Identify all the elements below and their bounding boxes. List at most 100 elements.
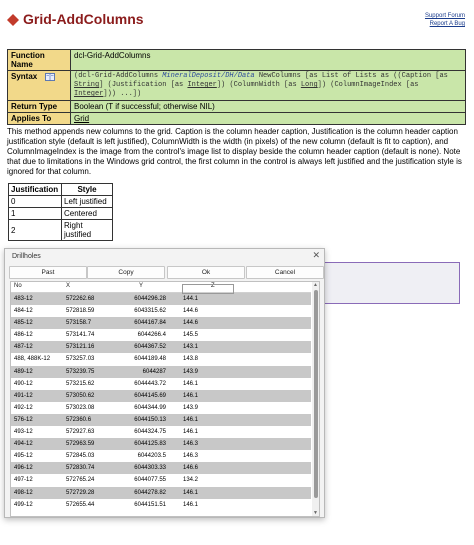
table-row[interactable]: 489-12 573239.75 6044287 143.9 xyxy=(11,365,311,378)
book-icon[interactable] xyxy=(45,72,56,81)
cell-x[interactable]: 573050.62 xyxy=(66,390,94,402)
past-button[interactable]: Past xyxy=(9,266,87,279)
table-row[interactable]: 484-12 572818.59 6043315.62 144.6 xyxy=(11,305,311,318)
cell-no[interactable]: 487-12 xyxy=(14,341,33,353)
cell-x[interactable]: 572729.28 xyxy=(66,487,94,499)
table-row[interactable]: 497-12 572765.24 6044077.55 134.2 xyxy=(11,474,311,487)
table-row[interactable]: 492-12 573023.08 6044344.99 143.9 xyxy=(11,401,311,414)
cell-no[interactable]: 486-12 xyxy=(14,329,33,341)
cell-z[interactable]: 144.1 xyxy=(183,293,198,305)
cell-z[interactable]: 146.1 xyxy=(183,499,198,511)
drillholes-grid[interactable]: No X Y Z 483-12 572262.68 6044296.28 144.1 4… xyxy=(10,281,320,517)
cell-z[interactable]: 143.9 xyxy=(183,366,198,378)
scroll-up-icon[interactable]: ▲ xyxy=(313,282,318,288)
cell-y[interactable]: 6044367.52 xyxy=(116,341,166,353)
cell-x[interactable]: 573141.74 xyxy=(66,329,94,341)
table-row[interactable]: 488, 488K-12 573257.03 6044189.48 143.8 xyxy=(11,353,311,366)
cell-no[interactable]: 576-12 xyxy=(14,414,33,426)
cell-no[interactable]: 483-12 xyxy=(14,293,33,305)
cell-y[interactable]: 6044303.33 xyxy=(116,462,166,474)
cell-no[interactable]: 493-12 xyxy=(14,426,33,438)
cell-z[interactable]: 143.9 xyxy=(183,402,198,414)
cell-x[interactable]: 572830.74 xyxy=(66,462,94,474)
cell-z[interactable]: 146.3 xyxy=(183,438,198,450)
cell-z[interactable]: 143.1 xyxy=(183,341,198,353)
cell-z[interactable]: 144.6 xyxy=(183,317,198,329)
cell-x[interactable]: 573239.75 xyxy=(66,366,94,378)
cell-z[interactable]: 134.2 xyxy=(183,474,198,486)
cell-no[interactable]: 492-12 xyxy=(14,402,33,414)
report-bug-link[interactable]: Report A Bug xyxy=(425,20,465,28)
cell-x[interactable]: 572360.6 xyxy=(66,414,91,426)
cell-no[interactable]: 498-12 xyxy=(14,487,33,499)
cell-z[interactable]: 146.1 xyxy=(183,378,198,390)
column-header-x[interactable]: X xyxy=(66,283,70,289)
cell-z[interactable]: 143.8 xyxy=(183,353,198,365)
cell-y[interactable]: 6044344.99 xyxy=(116,402,166,414)
cell-no[interactable]: 490-12 xyxy=(14,378,33,390)
cell-x[interactable]: 572655.44 xyxy=(66,499,94,511)
cell-z[interactable]: 146.6 xyxy=(183,462,198,474)
cell-x[interactable]: 572963.59 xyxy=(66,438,94,450)
cell-z[interactable]: 146.1 xyxy=(183,414,198,426)
cell-z[interactable]: 146.1 xyxy=(183,390,198,402)
column-header-no[interactable]: No xyxy=(14,283,22,289)
cell-y[interactable]: 6044151.51 xyxy=(116,499,166,511)
cell-no[interactable]: 499-12 xyxy=(14,499,33,511)
cell-z[interactable]: 146.3 xyxy=(183,450,198,462)
syntax-type-link[interactable]: Integer xyxy=(187,81,216,89)
cell-no[interactable]: 488, 488K-12 xyxy=(14,353,50,365)
cell-y[interactable]: 6044266.4 xyxy=(116,329,166,341)
cell-z[interactable]: 145.5 xyxy=(183,329,198,341)
cell-x[interactable]: 573121.16 xyxy=(66,341,94,353)
cell-x[interactable]: 572845.03 xyxy=(66,450,94,462)
cell-y[interactable]: 6044203.5 xyxy=(116,450,166,462)
cell-no[interactable]: 484-12 xyxy=(14,305,33,317)
applies-to-link[interactable]: Grid xyxy=(74,114,89,123)
table-row[interactable]: 483-12 572262.68 6044296.28 144.1 xyxy=(11,293,311,306)
cell-x[interactable]: 572818.59 xyxy=(66,305,94,317)
cell-y[interactable]: 6044167.84 xyxy=(116,317,166,329)
table-row[interactable]: 494-12 572963.59 6044125.83 146.3 xyxy=(11,438,311,451)
column-header-y[interactable]: Y xyxy=(139,283,143,289)
cell-z[interactable]: 144.6 xyxy=(183,305,198,317)
cell-z[interactable]: 146.1 xyxy=(183,426,198,438)
cell-x[interactable]: 573215.62 xyxy=(66,378,94,390)
cell-x[interactable]: 572262.68 xyxy=(66,293,94,305)
close-icon[interactable]: ✕ xyxy=(312,250,320,261)
table-row[interactable]: 499-12 572655.44 6044151.51 146.1 xyxy=(11,498,311,511)
table-row[interactable]: 487-12 573121.16 6044367.52 143.1 xyxy=(11,341,311,354)
table-row[interactable]: 485-12 573158.7 6044167.84 144.6 xyxy=(11,317,311,330)
cell-y[interactable]: 6044278.82 xyxy=(116,487,166,499)
ok-button[interactable]: Ok xyxy=(167,266,245,279)
cell-y[interactable]: 6044125.83 xyxy=(116,438,166,450)
cell-no[interactable]: 497-12 xyxy=(14,474,33,486)
cell-y[interactable]: 6044077.55 xyxy=(116,474,166,486)
vertical-scrollbar[interactable]: ▲ ▼ xyxy=(312,282,319,516)
table-row[interactable]: 576-12 572360.6 6044150.13 146.1 xyxy=(11,413,311,427)
cell-y[interactable]: 6044150.13 xyxy=(116,414,166,426)
table-row[interactable]: 486-12 573141.74 6044266.4 145.5 xyxy=(11,329,311,342)
cell-y[interactable]: 6043315.62 xyxy=(116,305,166,317)
scroll-down-icon[interactable]: ▼ xyxy=(313,510,318,516)
table-row[interactable]: 491-12 573050.62 6044145.69 146.1 xyxy=(11,389,311,402)
cancel-button[interactable]: Cancel xyxy=(246,266,324,279)
copy-button[interactable]: Copy xyxy=(87,266,165,279)
cell-y[interactable]: 6044443.72 xyxy=(116,378,166,390)
scrollbar-thumb[interactable] xyxy=(314,290,318,498)
cell-no[interactable]: 485-12 xyxy=(14,317,33,329)
support-forum-link[interactable]: Support Forum xyxy=(425,12,465,20)
table-row[interactable]: 495-12 572845.03 6044203.5 146.3 xyxy=(11,450,311,463)
table-row[interactable]: 496-12 572830.74 6044303.33 146.6 xyxy=(11,462,311,475)
syntax-type-link[interactable]: Long xyxy=(301,81,318,89)
table-row[interactable]: 493-12 572927.63 6044324.75 146.1 xyxy=(11,426,311,439)
cell-y[interactable]: 6044145.69 xyxy=(116,390,166,402)
cell-y[interactable]: 6044287 xyxy=(116,366,166,378)
cell-y[interactable]: 6044296.28 xyxy=(116,293,166,305)
cell-no[interactable]: 495-12 xyxy=(14,450,33,462)
cell-no[interactable]: 491-12 xyxy=(14,390,33,402)
cell-x[interactable]: 573257.03 xyxy=(66,353,94,365)
cell-no[interactable]: 489-12 xyxy=(14,366,33,378)
table-row[interactable]: 498-12 572729.28 6044278.82 146.1 xyxy=(11,486,311,499)
cell-x[interactable]: 572765.24 xyxy=(66,474,94,486)
